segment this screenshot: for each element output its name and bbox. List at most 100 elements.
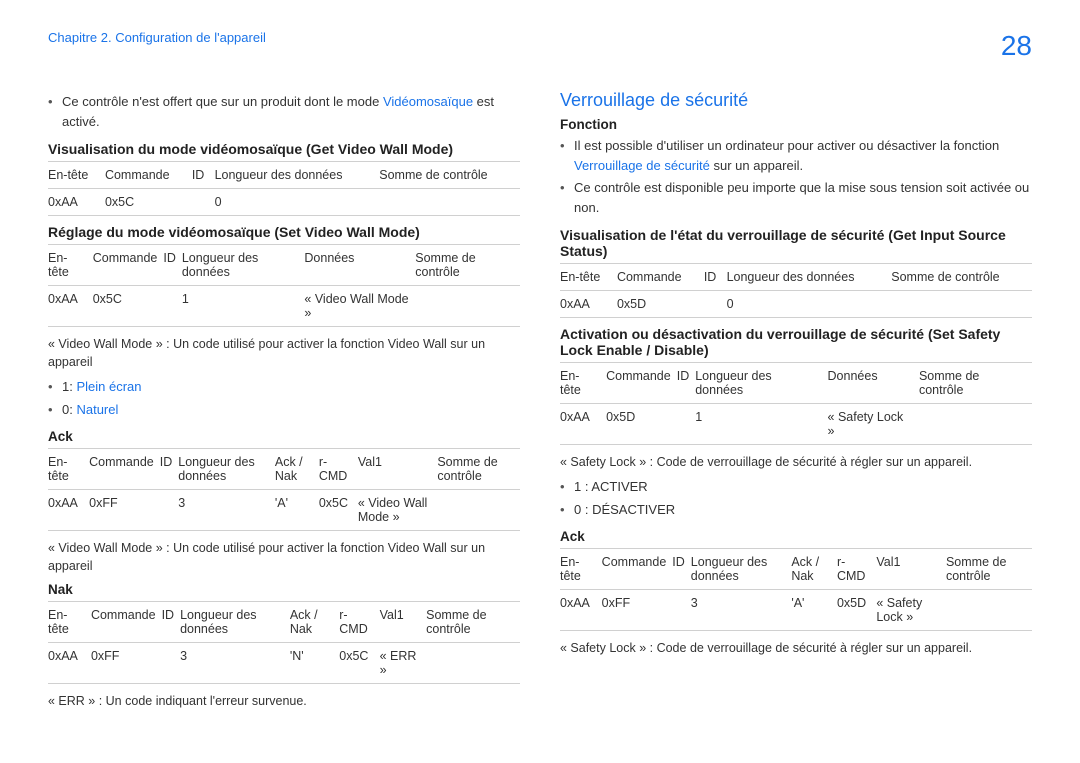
safety-lock-note-2: « Safety Lock » : Code de verrouillage d… xyxy=(560,639,1032,657)
td: 0xAA xyxy=(560,590,602,631)
func-post: sur un appareil. xyxy=(710,158,803,173)
th: Longueur des données xyxy=(178,449,275,490)
table-header-row: En-tête Commande ID Longueur des données… xyxy=(48,601,520,642)
th: Somme de contrôle xyxy=(379,162,520,189)
right-column: Verrouillage de sécurité Fonction Il est… xyxy=(560,88,1032,716)
th: Données xyxy=(304,245,415,286)
td: 0xAA xyxy=(48,189,105,216)
list-item: 1: Plein écran xyxy=(48,377,520,397)
td: « Video Wall Mode » xyxy=(358,490,437,531)
security-lock-heading: Verrouillage de sécurité xyxy=(560,90,1032,111)
chapter-title: Chapitre 2. Configuration de l'appareil xyxy=(48,30,266,45)
table-ack-right: En-tête Commande ID Longueur des données… xyxy=(560,548,1032,631)
table-header-row: En-tête Commande ID Longueur des données… xyxy=(48,162,520,189)
td: « Safety Lock » xyxy=(828,404,919,445)
th: ID xyxy=(672,549,691,590)
th: Longueur des données xyxy=(182,245,305,286)
set-title-right: Activation ou désactivation du verrouill… xyxy=(560,326,1032,358)
td xyxy=(415,286,520,327)
th: En-tête xyxy=(560,264,617,291)
ack-title-right: Ack xyxy=(560,529,1032,544)
td: 1 xyxy=(695,404,827,445)
table-get-video-wall: En-tête Commande ID Longueur des données… xyxy=(48,161,520,216)
plein-ecran-link[interactable]: Plein écran xyxy=(76,379,141,394)
table-header-row: En-tête Commande ID Longueur des données… xyxy=(48,245,520,286)
td: 0xAA xyxy=(48,286,93,327)
th: En-tête xyxy=(48,245,93,286)
td xyxy=(192,189,215,216)
th: Val1 xyxy=(876,549,946,590)
safety-lock-note-1: « Safety Lock » : Code de verrouillage d… xyxy=(560,453,1032,471)
td: 0x5D xyxy=(837,590,876,631)
table-row: 0xAA 0x5D 1 « Safety Lock » xyxy=(560,404,1032,445)
td xyxy=(891,291,1032,318)
td: 0xAA xyxy=(560,291,617,318)
th: Val1 xyxy=(358,449,437,490)
td xyxy=(379,189,520,216)
th: Somme de contrôle xyxy=(946,549,1032,590)
val-prefix: 0: xyxy=(62,402,76,417)
left-column: Ce contrôle n'est offert que sur un prod… xyxy=(48,88,520,716)
th: r-CMD xyxy=(319,449,358,490)
td xyxy=(919,404,1032,445)
td: 3 xyxy=(178,490,275,531)
td: 0x5D xyxy=(606,404,677,445)
list-item: Il est possible d'utiliser un ordinateur… xyxy=(560,136,1032,175)
td xyxy=(704,291,727,318)
th: En-tête xyxy=(560,363,606,404)
th: Commande xyxy=(602,549,673,590)
th: Val1 xyxy=(380,601,427,642)
td: 0xFF xyxy=(602,590,673,631)
table-nak-left: En-tête Commande ID Longueur des données… xyxy=(48,601,520,684)
ack-title-left: Ack xyxy=(48,429,520,444)
list-item: 0: Naturel xyxy=(48,400,520,420)
td xyxy=(437,490,520,531)
th: r-CMD xyxy=(339,601,379,642)
td xyxy=(677,404,696,445)
list-item: Ce contrôle est disponible peu importe q… xyxy=(560,178,1032,217)
table-get-input-source: En-tête Commande ID Longueur des données… xyxy=(560,263,1032,318)
th: ID xyxy=(704,264,727,291)
table-set-video-wall: En-tête Commande ID Longueur des données… xyxy=(48,244,520,327)
th: En-tête xyxy=(48,449,89,490)
td: « ERR » xyxy=(380,642,427,683)
intro-pre: Ce contrôle n'est offert que sur un prod… xyxy=(62,94,383,109)
content-columns: Ce contrôle n'est offert que sur un prod… xyxy=(0,68,1080,716)
table-row: 0xAA 0x5C 1 « Video Wall Mode » xyxy=(48,286,520,327)
table-row: 0xAA 0x5D 0 xyxy=(560,291,1032,318)
td xyxy=(426,642,520,683)
th: En-tête xyxy=(48,601,91,642)
security-lock-link[interactable]: Verrouillage de sécurité xyxy=(574,158,710,173)
td xyxy=(160,490,179,531)
td: 1 xyxy=(182,286,305,327)
td: 'A' xyxy=(791,590,837,631)
intro-list: Ce contrôle n'est offert que sur un prod… xyxy=(48,92,520,131)
table-ack-left: En-tête Commande ID Longueur des données… xyxy=(48,448,520,531)
th: Longueur des données xyxy=(215,162,380,189)
func-pre: Il est possible d'utiliser un ordinateur… xyxy=(574,138,999,153)
th: ID xyxy=(160,449,179,490)
naturel-link[interactable]: Naturel xyxy=(76,402,118,417)
th: Commande xyxy=(105,162,192,189)
th: ID xyxy=(677,363,696,404)
video-wall-note-1: « Video Wall Mode » : Un code utilisé po… xyxy=(48,335,520,371)
th: Ack / Nak xyxy=(791,549,837,590)
td: 0x5D xyxy=(617,291,704,318)
th: Somme de contrôle xyxy=(415,245,520,286)
td: 3 xyxy=(691,590,792,631)
table-header-row: En-tête Commande ID Longueur des données… xyxy=(560,549,1032,590)
td: 'A' xyxy=(275,490,319,531)
th: Longueur des données xyxy=(691,549,792,590)
td: 0xFF xyxy=(91,642,162,683)
td: 0x5C xyxy=(319,490,358,531)
videomosaique-link[interactable]: Vidéomosaïque xyxy=(383,94,473,109)
th: Commande xyxy=(606,363,677,404)
mode-values-list: 1: Plein écran 0: Naturel xyxy=(48,377,520,419)
table-set-safety-lock: En-tête Commande ID Longueur des données… xyxy=(560,362,1032,445)
video-wall-note-2: « Video Wall Mode » : Un code utilisé po… xyxy=(48,539,520,575)
th: Somme de contrôle xyxy=(919,363,1032,404)
th: Somme de contrôle xyxy=(437,449,520,490)
th: r-CMD xyxy=(837,549,876,590)
list-item: 0 : DÉSACTIVER xyxy=(560,500,1032,520)
set-title-left: Réglage du mode vidéomosaïque (Set Video… xyxy=(48,224,520,240)
